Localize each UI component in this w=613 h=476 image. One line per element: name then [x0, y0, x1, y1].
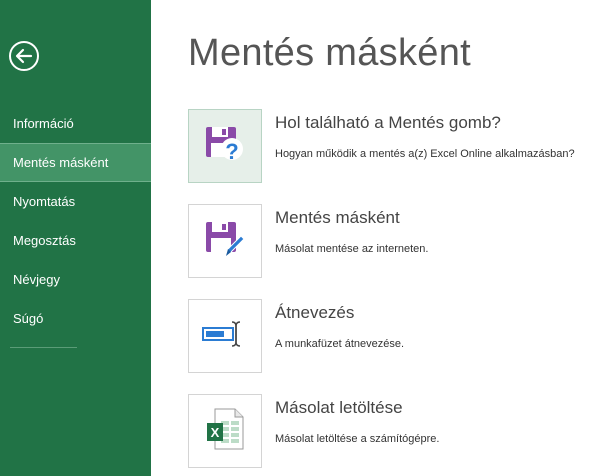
- sidebar-item-mentes-maskent[interactable]: Mentés másként: [0, 143, 151, 182]
- option-rename[interactable]: Átnevezés A munkafüzet átnevezése.: [188, 299, 613, 374]
- app-window: Információ Mentés másként Nyomtatás Mego…: [0, 0, 613, 476]
- option-save-as[interactable]: Mentés másként Másolat mentése az intern…: [188, 204, 613, 279]
- sidebar-divider: [10, 347, 77, 348]
- option-description: Hogyan működik a mentés a(z) Excel Onlin…: [275, 148, 575, 160]
- back-arrow-icon: [15, 48, 33, 64]
- backstage-sidebar: Információ Mentés másként Nyomtatás Mego…: [0, 0, 151, 476]
- sidebar-item-nevjegy[interactable]: Névjegy: [0, 260, 151, 299]
- excel-download-icon: X: [205, 407, 245, 456]
- option-title: Átnevezés: [275, 303, 355, 322]
- option-title: Hol található a Mentés gomb?: [275, 113, 501, 132]
- svg-text:X: X: [211, 425, 220, 440]
- svg-text:?: ?: [225, 139, 238, 164]
- option-description: Másolat letöltése a számítógépre.: [275, 433, 440, 445]
- sidebar-nav: Információ Mentés másként Nyomtatás Mego…: [0, 104, 151, 338]
- page-title: Mentés másként: [188, 32, 471, 74]
- sidebar-item-informacio[interactable]: Információ: [0, 104, 151, 143]
- back-button[interactable]: [9, 41, 39, 71]
- option-icon-box: [188, 204, 262, 278]
- sidebar-item-sugo[interactable]: Súgó: [0, 299, 151, 338]
- option-description: Másolat mentése az interneten.: [275, 243, 429, 255]
- option-title: Mentés másként: [275, 208, 400, 227]
- save-question-icon: ?: [204, 123, 246, 170]
- option-description: A munkafüzet átnevezése.: [275, 338, 405, 350]
- sidebar-item-nyomtatas[interactable]: Nyomtatás: [0, 182, 151, 221]
- option-where-is-save[interactable]: ? Hol található a Mentés gomb? Hogyan mű…: [188, 109, 613, 184]
- option-icon-box: ?: [188, 109, 262, 183]
- option-icon-box: [188, 299, 262, 373]
- option-icon-box: X: [188, 394, 262, 468]
- option-download-copy[interactable]: X Másolat letöltése Másolat letöltése a …: [188, 394, 613, 469]
- option-title: Másolat letöltése: [275, 398, 403, 417]
- main-content: Mentés másként ? Hol található a Mentés …: [151, 0, 613, 476]
- save-edit-icon: [204, 218, 246, 265]
- sidebar-item-megosztas[interactable]: Megosztás: [0, 221, 151, 260]
- rename-icon: [201, 319, 249, 354]
